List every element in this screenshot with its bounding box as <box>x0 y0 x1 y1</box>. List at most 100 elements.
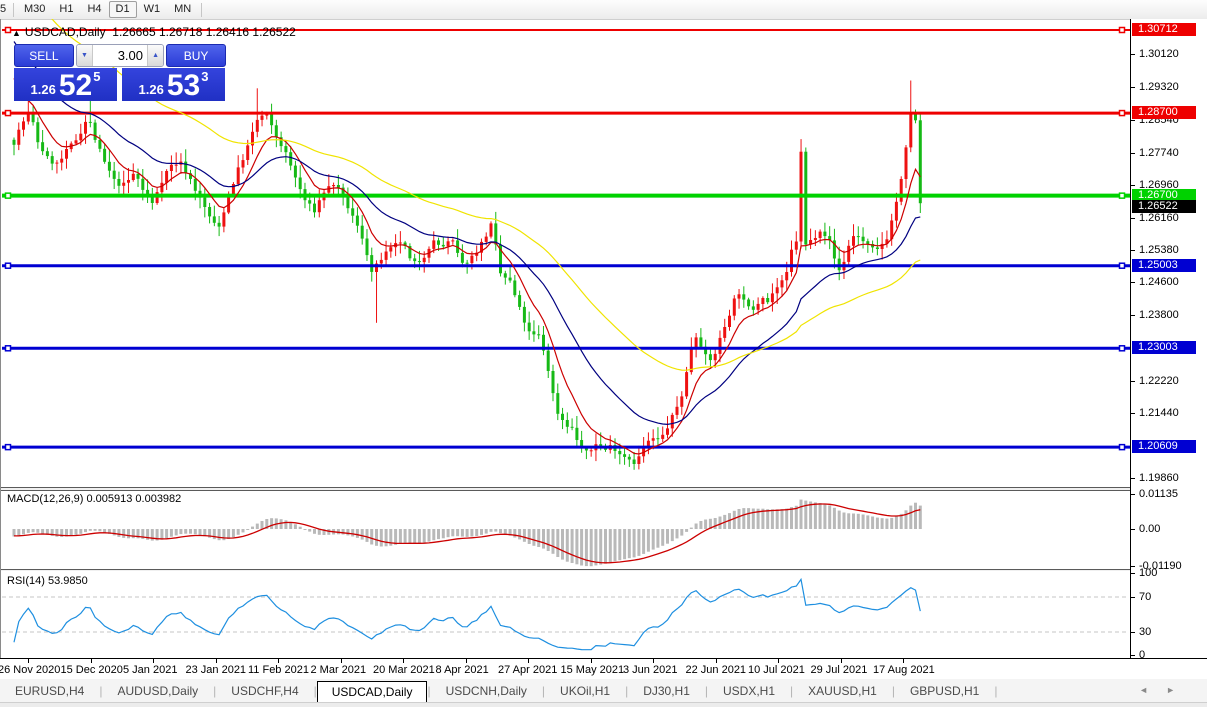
rsi-scale-label: 70 <box>1139 591 1152 603</box>
tf-h1-button[interactable]: H1 <box>52 1 80 18</box>
chart-tab-usdchf-h4[interactable]: USDCHF,H4 <box>216 681 313 702</box>
time-axis-tick <box>840 659 842 663</box>
rsi-indicator-canvas[interactable] <box>0 571 1131 658</box>
price-tick <box>1131 412 1135 414</box>
time-axis-label: 22 Jun 2021 <box>685 664 747 676</box>
chart-tab-eurusd-h4[interactable]: EURUSD,H4 <box>0 681 99 702</box>
tf-w1-button[interactable]: W1 <box>137 1 168 18</box>
price-level-badge: 1.28700 <box>1132 106 1196 120</box>
rsi-scale-label: 30 <box>1139 626 1152 638</box>
rsi-scale-tick <box>1131 573 1135 574</box>
chart-tabs-bar: EURUSD,H4 | AUDUSD,Daily | USDCHF,H4 | USDCAD,… <box>0 679 1207 702</box>
chart-left-border <box>0 19 1 658</box>
price-tick <box>1131 184 1135 186</box>
buy-button[interactable]: BUY <box>166 44 227 67</box>
price-tick-label: 1.29320 <box>1139 81 1179 94</box>
current-price-badge: 1.26522 <box>1132 199 1196 213</box>
time-axis-tick <box>215 659 217 663</box>
price-tick <box>1131 380 1135 382</box>
time-axis-label: 5 Jan 2021 <box>123 664 178 676</box>
tab-separator: | <box>994 684 998 698</box>
macd-scale-tick <box>1131 529 1135 530</box>
chart-ohlc-values: 1.26665 1.26718 1.26416 1.26522 <box>112 25 296 39</box>
time-axis-tick <box>590 659 592 663</box>
spin-down-icon: ▼ <box>80 52 88 59</box>
time-axis-tick <box>278 659 279 663</box>
price-tick <box>1131 250 1135 252</box>
time-axis-label: 8 Apr 2021 <box>435 664 489 676</box>
time-axis-label: 23 Jan 2021 <box>185 664 247 676</box>
buy-price-display[interactable]: 1.26 53 3 <box>122 68 225 101</box>
volume-input[interactable] <box>93 45 147 66</box>
buy-price-big: 53 <box>166 69 201 102</box>
tabs-scroll-left-icon[interactable]: ◄ <box>1139 685 1166 695</box>
macd-scale-label: 0.00 <box>1139 523 1161 535</box>
price-tick-label: 1.19860 <box>1139 472 1179 485</box>
chart-tab-usdcad-daily[interactable]: USDCAD,Daily <box>316 681 428 702</box>
tf-d1-button[interactable]: D1 <box>108 1 137 18</box>
time-axis-label: 10 Jul 2021 <box>748 664 805 676</box>
sell-price-prefix: 1.26 <box>30 82 56 97</box>
timeframe-toolbar: 5 M30 H1 H4 D1 W1 MN <box>0 0 1207 20</box>
time-axis-label: 20 Mar 2021 <box>373 664 435 676</box>
time-axis-tick <box>903 659 904 663</box>
price-tick <box>1131 282 1135 284</box>
time-axis-label: 17 Aug 2021 <box>873 664 935 676</box>
price-tick-label: 1.26160 <box>1139 211 1179 224</box>
tf-m5-button[interactable]: 5 <box>0 1 10 18</box>
macd-scale-tick <box>1131 493 1135 495</box>
tf-m30-button[interactable]: M30 <box>17 1 52 18</box>
time-axis-label: 26 Nov 2020 <box>0 664 61 676</box>
chart-tab-audusd-daily[interactable]: AUDUSD,Daily <box>102 681 213 702</box>
tabs-scroll-right-icon[interactable]: ► <box>1166 685 1193 695</box>
chart-expand-icon: ▲ <box>12 28 21 38</box>
time-axis-tick <box>340 659 342 663</box>
buy-price-pip: 3 <box>201 69 209 84</box>
time-axis-label: 3 Jun 2021 <box>623 664 678 676</box>
chart-tab-xauusd-h1[interactable]: XAUUSD,H1 <box>793 681 892 702</box>
price-tick-label: 1.22220 <box>1139 374 1179 387</box>
price-level-badge: 1.25003 <box>1132 258 1196 272</box>
time-axis-label: 2 Mar 2021 <box>310 664 367 676</box>
volume-decrease-button[interactable]: ▼ <box>76 45 93 66</box>
price-tick-label: 1.25380 <box>1139 244 1179 257</box>
price-tick <box>1131 152 1135 154</box>
tf-mn-button[interactable]: MN <box>167 1 198 18</box>
rsi-scale-tick <box>1131 655 1135 656</box>
toolbar-separator <box>201 2 203 17</box>
sell-button[interactable]: SELL <box>14 44 74 67</box>
time-axis-label: 27 Apr 2021 <box>498 664 558 676</box>
tab-scroll-arrows: ◄► <box>1139 685 1193 695</box>
time-axis-tick <box>653 659 654 663</box>
tf-h4-button[interactable]: H4 <box>80 1 108 18</box>
toolbar-separator <box>13 2 14 17</box>
sell-price-display[interactable]: 1.26 52 5 <box>14 68 117 101</box>
time-axis-label: 11 Feb 2021 <box>248 664 309 676</box>
price-tick-label: 1.27740 <box>1139 146 1179 159</box>
time-axis[interactable]: 26 Nov 2020 15 Dec 2020 5 Jan 2021 23 Jan 2… <box>0 658 1207 679</box>
rsi-scale-label: 100 <box>1139 567 1158 579</box>
price-level-badge: 1.20609 <box>1132 440 1196 454</box>
price-level-badge: 1.23003 <box>1132 341 1196 355</box>
chart-tab-dj30-h1[interactable]: DJ30,H1 <box>628 681 705 702</box>
chart-tab-usdcnh-daily[interactable]: USDCNH,Daily <box>431 681 542 702</box>
macd-scale-label: 0.01135 <box>1139 487 1178 500</box>
sell-price-pip: 5 <box>93 69 101 84</box>
price-axis[interactable]: 1.30120 1.29320 1.28540 1.27740 1.26960 1.261… <box>1131 19 1207 661</box>
price-tick-label: 1.30120 <box>1139 48 1179 61</box>
spin-up-icon: ▲ <box>152 52 160 59</box>
time-axis-tick <box>465 659 467 663</box>
buy-price-prefix: 1.26 <box>138 82 164 97</box>
price-tick <box>1131 217 1135 219</box>
one-click-trading-panel: SELL ▼ ▲ BUY 1.26 52 5 1.26 53 3 <box>14 44 227 101</box>
price-tick <box>1131 119 1135 121</box>
volume-increase-button[interactable]: ▲ <box>147 45 164 66</box>
time-axis-tick <box>715 659 717 663</box>
chart-tab-usdx-h1[interactable]: USDX,H1 <box>708 681 790 702</box>
chart-tab-ukoil-h1[interactable]: UKOil,H1 <box>545 681 625 702</box>
chart-tab-gbpusd-h1[interactable]: GBPUSD,H1 <box>895 681 994 702</box>
time-axis-label: 29 Jul 2021 <box>810 664 868 676</box>
price-tick-label: 1.21440 <box>1139 406 1179 419</box>
macd-label: MACD(12,26,9) 0.005913 0.003982 <box>7 493 182 505</box>
price-level-badge: 1.30712 <box>1132 23 1196 36</box>
